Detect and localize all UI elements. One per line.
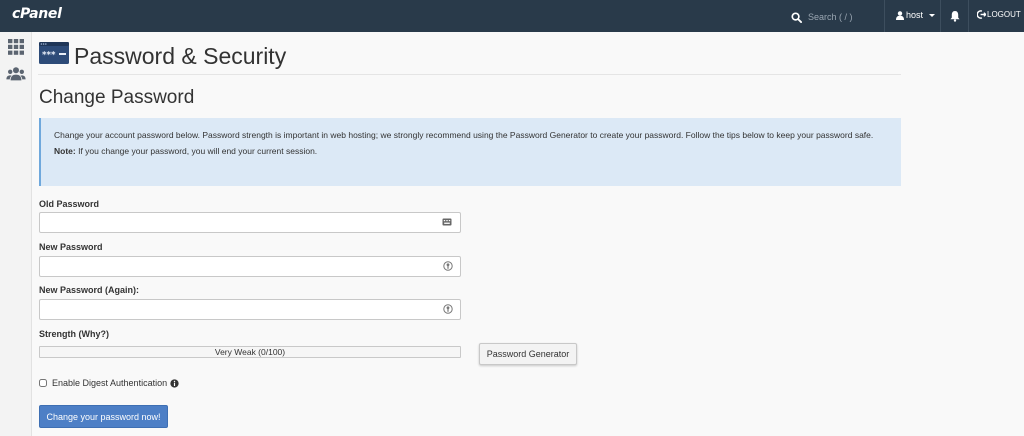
new-password-again-label: New Password (Again): [39, 285, 140, 295]
svg-text:***: *** [42, 51, 56, 61]
topbar-divider [968, 0, 969, 32]
password-security-icon: *** [39, 42, 69, 64]
users-icon[interactable] [6, 65, 26, 83]
digest-auth-checkbox[interactable] [39, 379, 47, 387]
strength-text: Very Weak (0/100) [214, 347, 286, 357]
keyboard-icon [442, 218, 452, 226]
digest-auth-label[interactable]: Enable Digest Authentication [52, 378, 167, 388]
strength-meter: Very Weak (0/100) [39, 346, 461, 358]
sidebar [0, 32, 32, 436]
info-note: Note: If you change your password, you w… [54, 146, 901, 157]
strength-label[interactable]: Strength (Why?) [39, 329, 109, 339]
logout-label: LOGOUT [987, 10, 1021, 19]
cpanel-logo[interactable]: cPanel [12, 6, 62, 22]
logout-icon [977, 10, 986, 19]
old-password-label: Old Password [39, 199, 100, 209]
key-icon [443, 304, 453, 314]
section-title: Change Password [39, 87, 195, 108]
user-icon [896, 10, 904, 20]
info-callout: Change your account password below. Pass… [39, 118, 901, 186]
grid-icon[interactable] [6, 38, 26, 56]
search-icon [791, 11, 802, 23]
info-icon[interactable] [170, 378, 179, 388]
caret-down-icon [929, 13, 936, 17]
search-box[interactable] [791, 9, 888, 25]
page-header: *** Password & Security [38, 41, 901, 75]
info-text: Change your account password below. Pass… [54, 130, 874, 140]
topbar-divider [884, 0, 885, 32]
top-bar: cPanel host LOGOUT [0, 0, 1024, 32]
note-text: If you change your password, you will en… [75, 146, 318, 156]
new-password-label: New Password [39, 242, 103, 252]
note-label: Note: [54, 146, 76, 156]
key-icon [443, 261, 453, 271]
old-password-input[interactable] [39, 212, 461, 233]
bell-icon[interactable] [949, 10, 961, 22]
page-title: Password & Security [74, 43, 287, 69]
user-name: host [906, 10, 924, 20]
topbar-divider [940, 0, 941, 32]
search-input[interactable] [808, 9, 888, 25]
logout-button[interactable]: LOGOUT [977, 10, 1021, 19]
change-password-button[interactable]: Change your password now! [39, 405, 168, 428]
user-menu[interactable]: host [896, 10, 936, 20]
password-generator-button[interactable]: Password Generator [479, 343, 577, 365]
new-password-again-input[interactable] [39, 299, 461, 320]
digest-auth-option: Enable Digest Authentication [39, 378, 179, 388]
new-password-input[interactable] [39, 256, 461, 277]
